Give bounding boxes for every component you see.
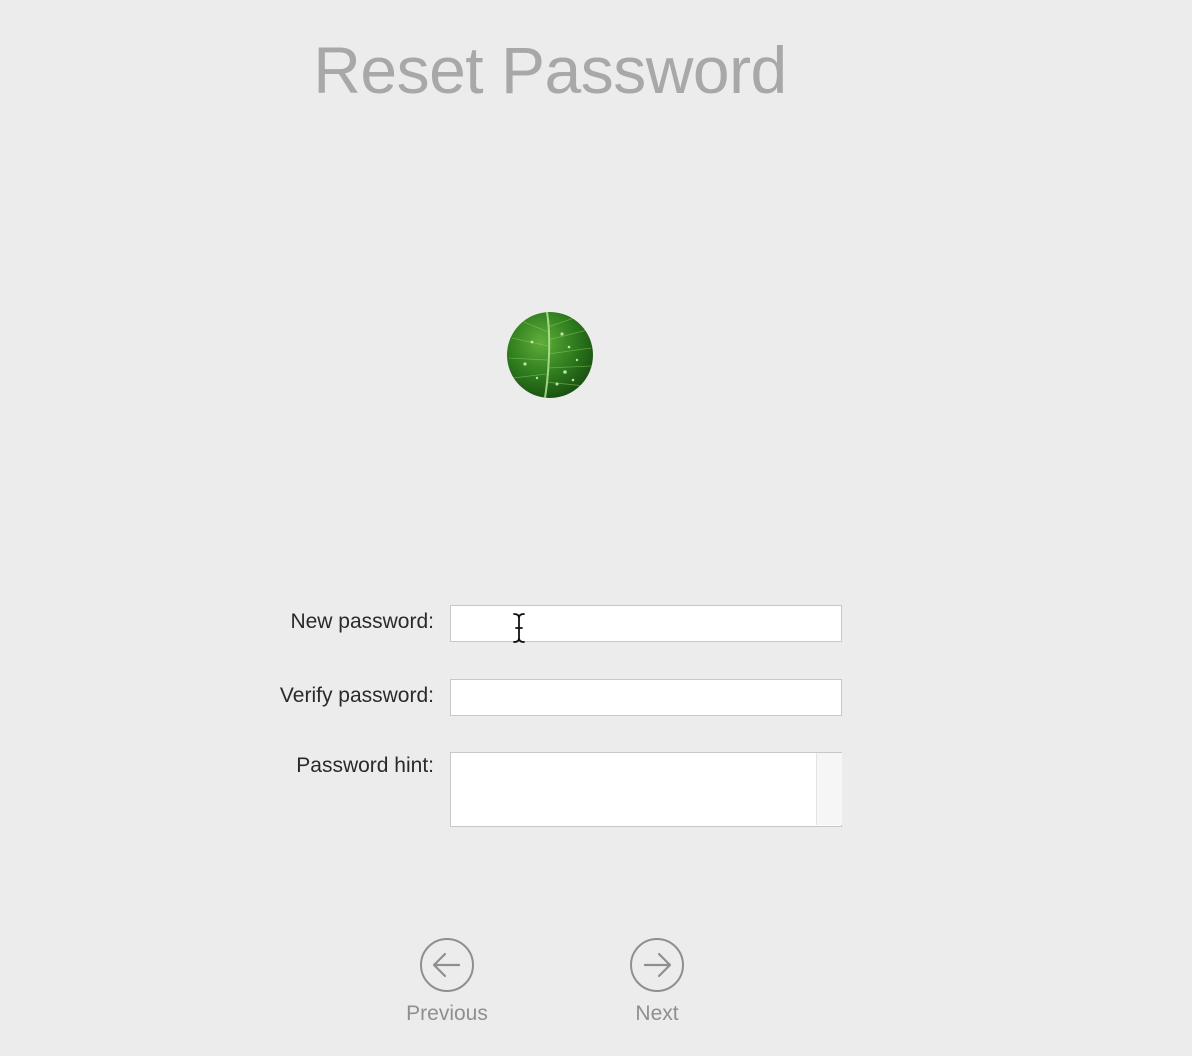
next-button[interactable]: Next bbox=[602, 937, 712, 1026]
reset-password-screen: Reset Password New password: Verify pass… bbox=[0, 0, 1192, 1056]
page-title: Reset Password bbox=[313, 33, 787, 107]
verify-password-field[interactable] bbox=[450, 679, 842, 716]
new-password-label: New password: bbox=[290, 610, 434, 633]
new-password-field[interactable] bbox=[450, 605, 842, 642]
password-hint-label: Password hint: bbox=[296, 754, 434, 777]
password-hint-field[interactable] bbox=[450, 752, 842, 827]
arrow-left-circle-icon[interactable] bbox=[419, 937, 475, 993]
arrow-right-circle-icon[interactable] bbox=[629, 937, 685, 993]
previous-button[interactable]: Previous bbox=[392, 937, 502, 1026]
next-label[interactable]: Next bbox=[602, 1002, 712, 1026]
verify-password-label: Verify password: bbox=[279, 684, 434, 707]
hint-scrollbar[interactable] bbox=[816, 753, 842, 825]
user-avatar bbox=[507, 312, 593, 398]
leaf-icon bbox=[507, 312, 593, 398]
previous-label[interactable]: Previous bbox=[392, 1002, 502, 1026]
